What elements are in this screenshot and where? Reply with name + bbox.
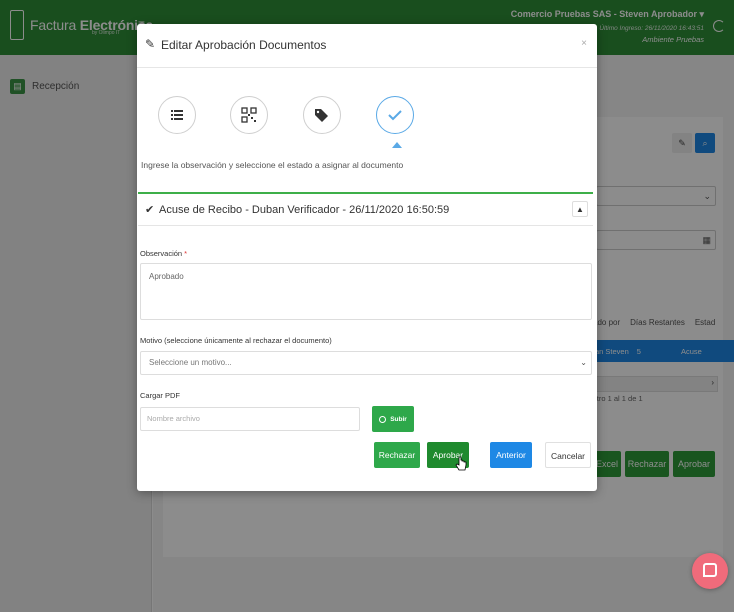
pdf-filename-input[interactable]: Nombre archivo <box>140 407 360 431</box>
instruction-text: Ingrese la observación y seleccione el e… <box>141 160 404 170</box>
approval-modal: ✎ Editar Aprobación Documentos × Ingrese <box>137 24 597 491</box>
chat-widget-button[interactable] <box>692 553 728 589</box>
reason-select[interactable]: Seleccione un motivo... ⌄ <box>140 351 592 375</box>
upload-icon <box>379 415 387 423</box>
checkmark-icon: ✔ <box>145 204 155 216</box>
step-tags[interactable] <box>303 96 341 134</box>
modal-title: Editar Aprobación Documentos <box>161 38 327 52</box>
previous-button[interactable]: Anterior <box>490 442 532 468</box>
panel-title: Acuse de Recibo - Duban Verificador - 26… <box>159 204 450 216</box>
cancel-button[interactable]: Cancelar <box>545 442 591 468</box>
step-documents[interactable] <box>158 96 196 134</box>
close-icon[interactable]: × <box>581 38 587 49</box>
reject-button[interactable]: Rechazar <box>374 442 420 468</box>
reason-label: Motivo (seleccione únicamente al rechaza… <box>140 336 332 345</box>
reason-placeholder: Seleccione un motivo... <box>149 358 232 367</box>
pencil-icon: ✎ <box>145 37 156 51</box>
qr-code-icon <box>241 107 257 123</box>
tags-icon <box>315 109 328 122</box>
step-approval[interactable] <box>376 96 414 134</box>
list-icon <box>171 110 183 120</box>
check-icon <box>388 110 402 121</box>
chat-icon <box>703 563 717 577</box>
chevron-down-icon: ⌄ <box>580 358 587 367</box>
step-qr[interactable] <box>230 96 268 134</box>
collapse-toggle-icon[interactable]: ▲ <box>572 201 588 217</box>
upload-label: Subir <box>390 415 407 423</box>
hand-cursor-icon <box>455 456 467 471</box>
observation-label: Observación * <box>140 249 188 258</box>
observation-textarea[interactable]: Aprobado <box>140 263 592 320</box>
modal-header: ✎ Editar Aprobación Documentos × <box>137 24 597 68</box>
pdf-label: Cargar PDF <box>140 391 181 400</box>
active-step-pointer <box>392 142 402 148</box>
panel-header: ✔ Acuse de Recibo - Duban Verificador - … <box>138 194 593 226</box>
upload-button[interactable]: Subir <box>372 406 414 432</box>
required-mark: * <box>184 249 188 258</box>
